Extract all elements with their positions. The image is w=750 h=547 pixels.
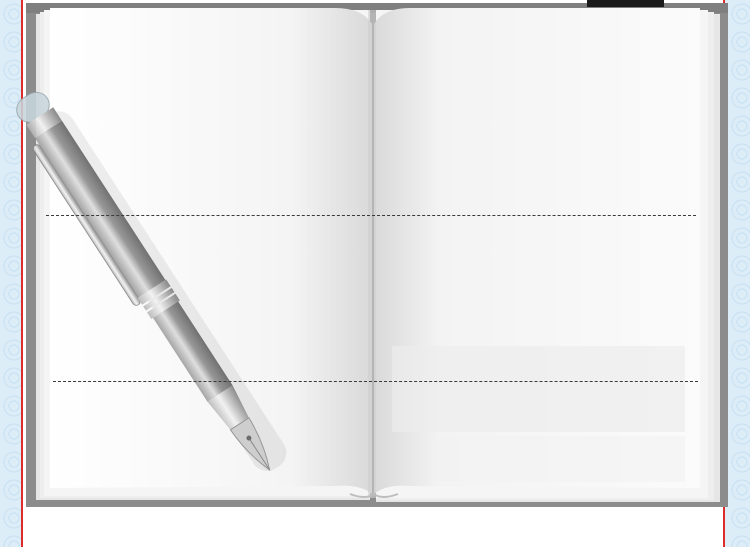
bookmark-ribbon-icon [587,0,664,7]
open-book-illustration [16,0,728,507]
faint-text-box [392,346,685,432]
dashed-divider-bottom [53,381,698,382]
left-page [50,8,372,494]
dashed-divider-top [46,215,696,216]
